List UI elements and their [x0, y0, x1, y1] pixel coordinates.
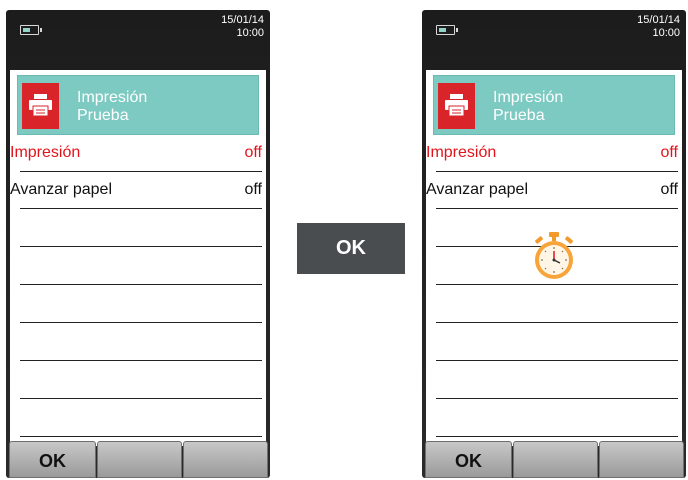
- stopwatch-icon: [535, 232, 573, 279]
- status-bar: 15/01/14 10:00: [422, 10, 686, 54]
- divider: [436, 208, 678, 209]
- printer-icon: [438, 83, 475, 129]
- divider: [20, 322, 262, 323]
- analyzer-screen-before: 15/01/14 10:00 Impresión Prueba Impresió…: [6, 10, 270, 478]
- divider: [20, 398, 262, 399]
- divider: [436, 436, 678, 437]
- menu-screen: Impresión Prueba Impresión off Avanzar p…: [426, 70, 682, 446]
- menu-item-value: off: [660, 144, 679, 161]
- header-subtitle: Prueba: [493, 107, 545, 124]
- status-time: 10:00: [236, 27, 264, 39]
- menu-header: Impresión Prueba: [433, 75, 675, 135]
- softkey-ok[interactable]: OK: [9, 441, 96, 478]
- menu-item-impresion[interactable]: Impresión off: [10, 140, 262, 166]
- divider: [436, 171, 678, 172]
- softkey-2[interactable]: [513, 441, 598, 478]
- analyzer-screen-after: 15/01/14 10:00 Impresión Prueba Impresió…: [422, 10, 686, 478]
- divider: [20, 436, 262, 437]
- status-time: 10:00: [652, 27, 680, 39]
- divider: [436, 322, 678, 323]
- divider: [436, 360, 678, 361]
- softkey-2[interactable]: [97, 441, 182, 478]
- menu-item-value: off: [244, 181, 263, 198]
- menu-item-impresion[interactable]: Impresión off: [426, 140, 678, 166]
- menu-item-label: Impresión: [10, 144, 81, 161]
- softkey-3[interactable]: [183, 441, 268, 478]
- menu-item-label: Impresión: [426, 144, 497, 161]
- softkey-3[interactable]: [599, 441, 684, 478]
- menu-header: Impresión Prueba: [17, 75, 259, 135]
- softkey-ok[interactable]: OK: [425, 441, 512, 478]
- status-bar: 15/01/14 10:00: [6, 10, 270, 54]
- divider: [20, 246, 262, 247]
- battery-icon: [20, 25, 42, 35]
- status-date: 15/01/14: [221, 14, 264, 26]
- header-subtitle: Prueba: [77, 107, 129, 124]
- divider: [436, 284, 678, 285]
- divider: [20, 284, 262, 285]
- ok-key-indicator: OK: [297, 223, 405, 274]
- divider: [20, 208, 262, 209]
- menu-item-label: Avanzar papel: [10, 181, 112, 198]
- menu-item-value: off: [660, 181, 679, 198]
- header-title: Impresión: [77, 89, 148, 106]
- menu-screen: Impresión Prueba Impresión off Avanzar p…: [10, 70, 266, 446]
- divider: [20, 360, 262, 361]
- menu-item-label: Avanzar papel: [426, 181, 528, 198]
- status-date: 15/01/14: [637, 14, 680, 26]
- printer-icon: [22, 83, 59, 129]
- softkey-bar: OK: [422, 441, 686, 478]
- battery-icon: [436, 25, 458, 35]
- menu-item-value: off: [244, 144, 263, 161]
- header-title: Impresión: [493, 89, 564, 106]
- menu-item-avanzar-papel[interactable]: Avanzar papel off: [10, 177, 262, 203]
- divider: [20, 171, 262, 172]
- softkey-bar: OK: [6, 441, 270, 478]
- menu-item-avanzar-papel[interactable]: Avanzar papel off: [426, 177, 678, 203]
- divider: [436, 398, 678, 399]
